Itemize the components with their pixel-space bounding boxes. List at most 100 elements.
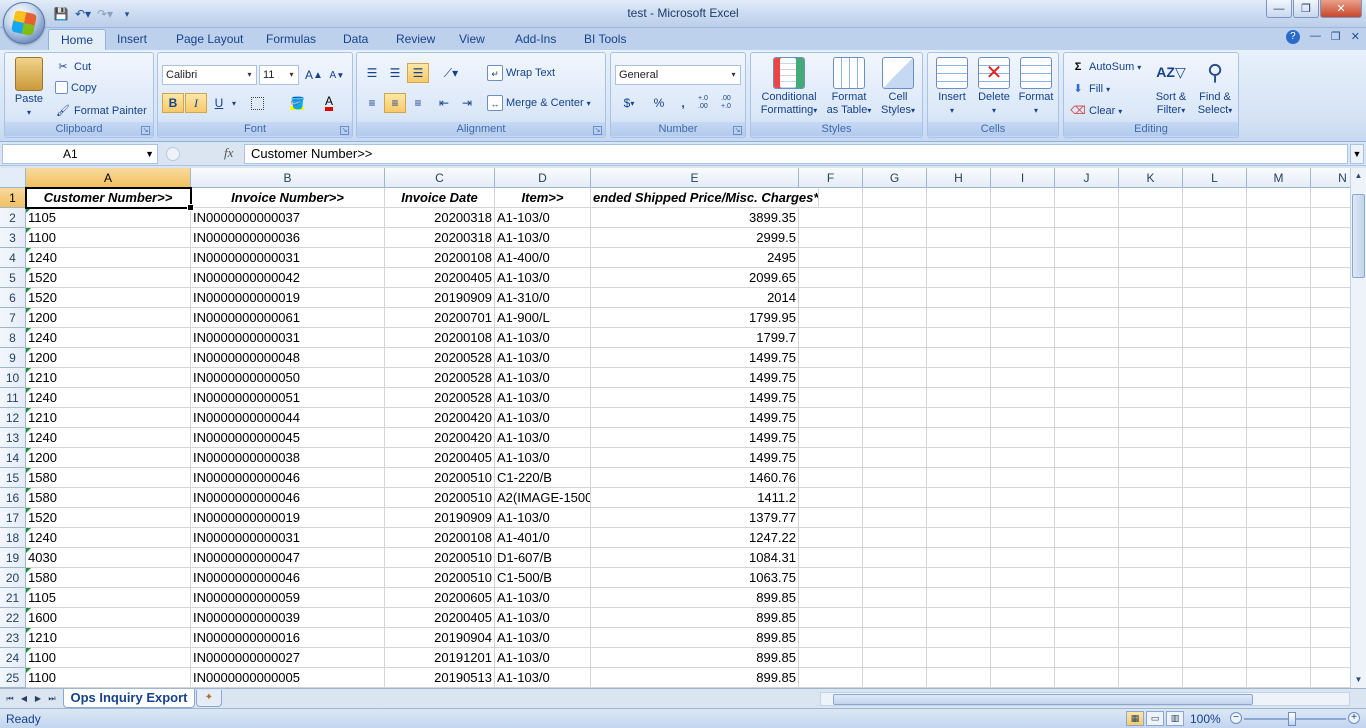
data-cell[interactable]: 4030 (26, 548, 191, 568)
empty-cell[interactable] (1119, 188, 1183, 208)
empty-cell[interactable] (799, 468, 863, 488)
data-cell[interactable]: 20200405 (385, 268, 495, 288)
data-cell[interactable]: 1240 (26, 388, 191, 408)
merge-center-button[interactable]: ↔ Merge & Center ▾ (487, 95, 591, 111)
row-header[interactable]: 7 (0, 308, 26, 328)
maximize-button[interactable]: ❐ (1293, 0, 1319, 18)
underline-button[interactable]: U (208, 93, 230, 113)
empty-cell[interactable] (927, 348, 991, 368)
empty-cell[interactable] (863, 528, 927, 548)
name-box[interactable]: A1 ▼ (2, 144, 158, 164)
insert-function-icon[interactable]: fx (224, 145, 233, 161)
empty-cell[interactable] (991, 548, 1055, 568)
data-cell[interactable]: 20200405 (385, 608, 495, 628)
empty-cell[interactable] (863, 588, 927, 608)
empty-cell[interactable] (799, 568, 863, 588)
data-cell[interactable]: 1600 (26, 608, 191, 628)
empty-cell[interactable] (927, 448, 991, 468)
empty-cell[interactable] (1183, 248, 1247, 268)
column-header-h[interactable]: H (927, 168, 991, 188)
empty-cell[interactable] (1247, 188, 1311, 208)
borders-icon[interactable] (246, 93, 268, 113)
data-cell[interactable]: 1520 (26, 508, 191, 528)
row-header[interactable]: 13 (0, 428, 26, 448)
empty-cell[interactable] (863, 388, 927, 408)
data-cell[interactable]: 1240 (26, 428, 191, 448)
empty-cell[interactable] (799, 488, 863, 508)
empty-cell[interactable] (1183, 548, 1247, 568)
empty-cell[interactable] (1119, 428, 1183, 448)
empty-cell[interactable] (1119, 648, 1183, 668)
row-header[interactable]: 11 (0, 388, 26, 408)
empty-cell[interactable] (1311, 648, 1350, 668)
data-cell[interactable]: 20200701 (385, 308, 495, 328)
empty-cell[interactable] (1247, 508, 1311, 528)
data-cell[interactable]: 20190513 (385, 668, 495, 688)
insert-sheet-icon[interactable]: ✦ (196, 690, 222, 707)
empty-cell[interactable] (927, 568, 991, 588)
empty-cell[interactable] (799, 648, 863, 668)
empty-cell[interactable] (1247, 608, 1311, 628)
format-painter-button[interactable]: 🖌 Format Painter (55, 103, 147, 119)
row-header[interactable]: 25 (0, 668, 26, 688)
empty-cell[interactable] (863, 508, 927, 528)
conditional-formatting-button[interactable]: Conditional Formatting▾ (755, 57, 823, 117)
formula-input[interactable]: Customer Number>> (244, 144, 1348, 164)
empty-cell[interactable] (991, 428, 1055, 448)
cut-button[interactable]: ✂ Cut (55, 59, 91, 75)
data-cell[interactable]: 1100 (26, 668, 191, 688)
data-cell[interactable]: 1084.31 (591, 548, 799, 568)
column-header-k[interactable]: K (1119, 168, 1183, 188)
data-cell[interactable]: 1520 (26, 288, 191, 308)
scroll-down-icon[interactable]: ▼ (1352, 673, 1365, 687)
empty-cell[interactable] (1183, 268, 1247, 288)
empty-cell[interactable] (1311, 428, 1350, 448)
font-color-icon[interactable]: A (318, 93, 340, 113)
empty-cell[interactable] (863, 188, 927, 208)
empty-cell[interactable] (991, 628, 1055, 648)
empty-cell[interactable] (799, 268, 863, 288)
row-header[interactable]: 2 (0, 208, 26, 228)
empty-cell[interactable] (927, 188, 991, 208)
empty-cell[interactable] (863, 548, 927, 568)
data-cell[interactable]: A1-103/0 (495, 608, 591, 628)
empty-cell[interactable] (1247, 488, 1311, 508)
data-cell[interactable]: 1210 (26, 408, 191, 428)
data-cell[interactable]: 20200528 (385, 388, 495, 408)
empty-cell[interactable] (927, 208, 991, 228)
row-header[interactable]: 12 (0, 408, 26, 428)
sort-filter-button[interactable]: AZ▽ Sort & Filter▾ (1150, 57, 1192, 117)
data-cell[interactable]: A1-310/0 (495, 288, 591, 308)
empty-cell[interactable] (1247, 268, 1311, 288)
last-sheet-icon[interactable]: ⏭ (46, 692, 58, 705)
data-cell[interactable]: 1580 (26, 488, 191, 508)
data-cell[interactable]: 1200 (26, 348, 191, 368)
data-cell[interactable]: IN0000000000031 (191, 528, 385, 548)
empty-cell[interactable] (799, 528, 863, 548)
empty-cell[interactable] (1311, 188, 1350, 208)
empty-cell[interactable] (1183, 528, 1247, 548)
data-cell[interactable]: A1-103/0 (495, 388, 591, 408)
empty-cell[interactable] (1311, 528, 1350, 548)
empty-cell[interactable] (1311, 468, 1350, 488)
empty-cell[interactable] (1247, 308, 1311, 328)
increase-indent-icon[interactable]: ⇥ (456, 93, 478, 113)
spreadsheet-grid[interactable]: A B C D E F G H I J K L M N 1 Customer Number>> Invoice … (0, 168, 1350, 688)
data-cell[interactable]: 20200420 (385, 408, 495, 428)
data-cell[interactable]: 899.85 (591, 628, 799, 648)
zoom-level[interactable]: 100% (1190, 712, 1221, 726)
data-cell[interactable]: 20200528 (385, 348, 495, 368)
empty-cell[interactable] (1183, 388, 1247, 408)
empty-cell[interactable] (1119, 668, 1183, 688)
data-cell[interactable]: 2014 (591, 288, 799, 308)
empty-cell[interactable] (1183, 228, 1247, 248)
data-cell[interactable]: IN0000000000042 (191, 268, 385, 288)
data-cell[interactable]: IN0000000000050 (191, 368, 385, 388)
column-header-g[interactable]: G (863, 168, 927, 188)
grow-font-icon[interactable]: A ▲ (303, 65, 325, 85)
data-cell[interactable]: A1-900/L (495, 308, 591, 328)
page-layout-view-icon[interactable]: ▭ (1146, 711, 1164, 726)
data-cell[interactable]: 2495 (591, 248, 799, 268)
empty-cell[interactable] (991, 448, 1055, 468)
empty-cell[interactable] (1183, 208, 1247, 228)
